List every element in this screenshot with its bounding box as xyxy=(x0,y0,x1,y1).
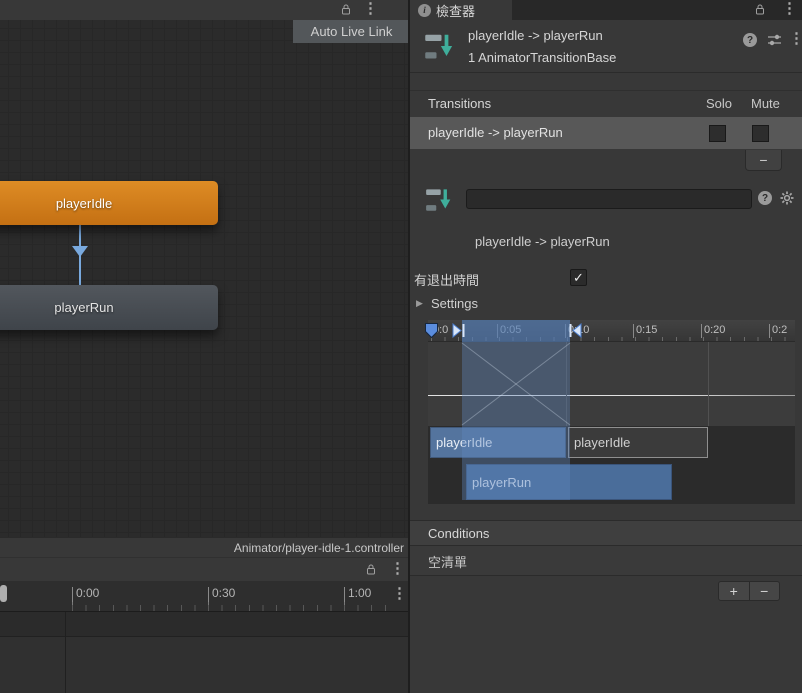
timeline-tick-label: 0:05 xyxy=(497,324,521,338)
lock-icon[interactable] xyxy=(754,3,766,16)
transition-name: playerIdle -> playerRun xyxy=(475,234,610,249)
inspector-tabbar: i 檢查器 ⋮ xyxy=(410,0,802,20)
checkmark-icon: ✓ xyxy=(573,269,584,285)
animator-topbar: ⋮ xyxy=(0,0,410,20)
playhead-pin-icon[interactable] xyxy=(424,322,439,339)
animator-panel: ⋮ Auto Live Link playerIdle playerRun An… xyxy=(0,0,410,693)
clip-bar-playerrun[interactable]: playerRun xyxy=(466,464,672,500)
clip-bar-playeridle[interactable]: playerIdle xyxy=(430,427,566,458)
timeline-tick-label: 0:15 xyxy=(633,324,657,338)
conditions-section-header: Conditions xyxy=(410,520,802,546)
menu-kebab-icon[interactable]: ⋮ xyxy=(363,1,378,16)
settings-foldout-label[interactable]: Settings xyxy=(431,296,478,311)
has-exit-time-checkbox[interactable]: ✓ xyxy=(570,269,587,286)
ruler-tick-label: 1:00 xyxy=(344,587,371,602)
gear-icon[interactable] xyxy=(780,191,794,205)
animation-window-titlebar: ⋮ xyxy=(0,557,410,581)
state-node-playerrun[interactable]: playerRun xyxy=(0,285,218,330)
timeline-tick-label: 0:2 xyxy=(769,324,787,338)
controller-path-bar: Animator/player-idle-1.controller xyxy=(0,537,410,557)
dopesheet-row[interactable] xyxy=(0,612,410,637)
inspector-panel: i 檢查器 ⋮ playerIdle -> playerRun 1 Animat… xyxy=(410,0,802,693)
help-icon[interactable]: ? xyxy=(758,191,772,205)
dopesheet-divider xyxy=(65,612,66,693)
preset-icon[interactable] xyxy=(767,33,782,47)
object-subtitle: 1 AnimatorTransitionBase xyxy=(468,50,617,65)
remove-condition-button[interactable]: − xyxy=(750,582,780,600)
tab-inspector[interactable]: i 檢查器 xyxy=(410,0,512,20)
controller-path: Animator/player-idle-1.controller xyxy=(233,540,404,555)
conditions-empty-label: 空清單 xyxy=(428,555,468,570)
object-title: playerIdle -> playerRun xyxy=(468,28,603,43)
timeline-tracks: playerIdle playerIdle playerRun xyxy=(428,426,795,504)
lock-icon[interactable] xyxy=(365,563,377,576)
transition-preview-area[interactable] xyxy=(428,342,795,426)
state-node-playeridle[interactable]: playerIdle xyxy=(0,181,218,225)
menu-kebab-icon[interactable]: ⋮ xyxy=(789,31,802,46)
remove-transition-button[interactable]: − xyxy=(745,150,782,171)
transition-timeline: 0:0 0:05 0:10 0:15 0:20 0:2 playerIdle p… xyxy=(425,320,795,504)
transition-row-label: playerIdle -> playerRun xyxy=(428,125,563,140)
timeline-ruler[interactable]: 0:0 0:05 0:10 0:15 0:20 0:2 xyxy=(428,320,795,342)
blend-curve-line xyxy=(428,395,795,396)
mute-checkbox[interactable] xyxy=(752,125,769,142)
inspector-header: playerIdle -> playerRun 1 AnimatorTransi… xyxy=(410,20,802,73)
conditions-label: Conditions xyxy=(428,526,490,541)
has-exit-time-label: 有退出時間 xyxy=(414,273,480,288)
transitions-label: Transitions xyxy=(428,96,492,111)
ruler-tick-label: 0:30 xyxy=(208,587,235,602)
mute-column-label: Mute xyxy=(751,96,780,111)
transition-list-row[interactable]: playerIdle -> playerRun xyxy=(410,117,802,149)
transition-start-marker[interactable] xyxy=(452,322,465,339)
clip-bar-playeridle-next[interactable]: playerIdle xyxy=(568,427,708,458)
conditions-empty-list: 空清單 xyxy=(410,546,802,576)
auto-live-link-button[interactable]: Auto Live Link xyxy=(293,20,410,43)
animator-transition-icon xyxy=(425,186,452,213)
animator-transition-icon xyxy=(424,31,454,61)
info-icon: i xyxy=(418,3,431,17)
add-condition-button[interactable]: + xyxy=(719,582,750,600)
menu-kebab-icon[interactable]: ⋮ xyxy=(782,1,797,16)
dopesheet-area[interactable] xyxy=(0,637,410,693)
conditions-list-footer: + − xyxy=(718,581,780,601)
transition-name-input[interactable] xyxy=(466,189,752,209)
transition-arrow-icon[interactable] xyxy=(72,246,88,257)
ruler-tick-label: 0:00 xyxy=(72,587,99,602)
transitions-section-header: Transitions Solo Mute xyxy=(410,90,802,116)
foldout-icon[interactable]: ▶ xyxy=(416,298,423,309)
timeline-tick-label: 0:20 xyxy=(701,324,725,338)
unity-editor: ⋮ Auto Live Link playerIdle playerRun An… xyxy=(0,0,802,693)
solo-column-label: Solo xyxy=(706,96,733,111)
menu-kebab-icon[interactable]: ⋮ xyxy=(390,561,405,576)
solo-checkbox[interactable] xyxy=(709,125,726,142)
tab-label: 檢查器 xyxy=(436,3,476,19)
vertical-scrollbar-thumb[interactable] xyxy=(0,585,7,602)
menu-kebab-icon[interactable]: ⋮ xyxy=(392,586,407,601)
lock-icon[interactable] xyxy=(340,3,352,16)
state-machine-canvas[interactable] xyxy=(0,20,410,537)
help-icon[interactable]: ? xyxy=(743,33,757,47)
transition-end-marker[interactable] xyxy=(569,322,582,339)
animation-timeline-ruler[interactable]: 0:00 0:30 1:00 ⋮ xyxy=(0,581,410,612)
